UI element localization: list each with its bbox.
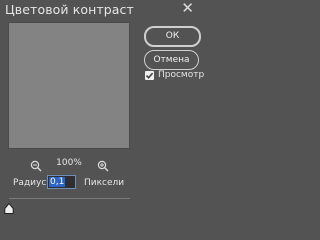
cancel-button[interactable]: Отмена <box>144 50 199 70</box>
ok-button[interactable]: ОК <box>144 26 201 47</box>
radius-slider-track[interactable] <box>9 198 130 199</box>
radius-units: Пиксели <box>84 178 125 188</box>
dialog-title: Цветовой контраст <box>5 2 134 17</box>
preview-area[interactable] <box>8 22 130 149</box>
close-icon[interactable]: ✕ <box>181 1 194 16</box>
zoom-in-icon[interactable] <box>97 157 109 176</box>
checkmark-icon <box>145 72 154 79</box>
slider-handle-icon[interactable] <box>4 199 14 218</box>
zoom-level: 100% <box>56 158 82 168</box>
radius-label: Радиус: <box>13 178 50 188</box>
radius-value: 0,1 <box>49 177 66 187</box>
preview-checkbox[interactable] <box>145 71 154 80</box>
zoom-out-icon[interactable] <box>30 157 42 176</box>
preview-label: Просмотр <box>158 70 205 80</box>
radius-input[interactable]: 0,1 <box>47 175 76 189</box>
